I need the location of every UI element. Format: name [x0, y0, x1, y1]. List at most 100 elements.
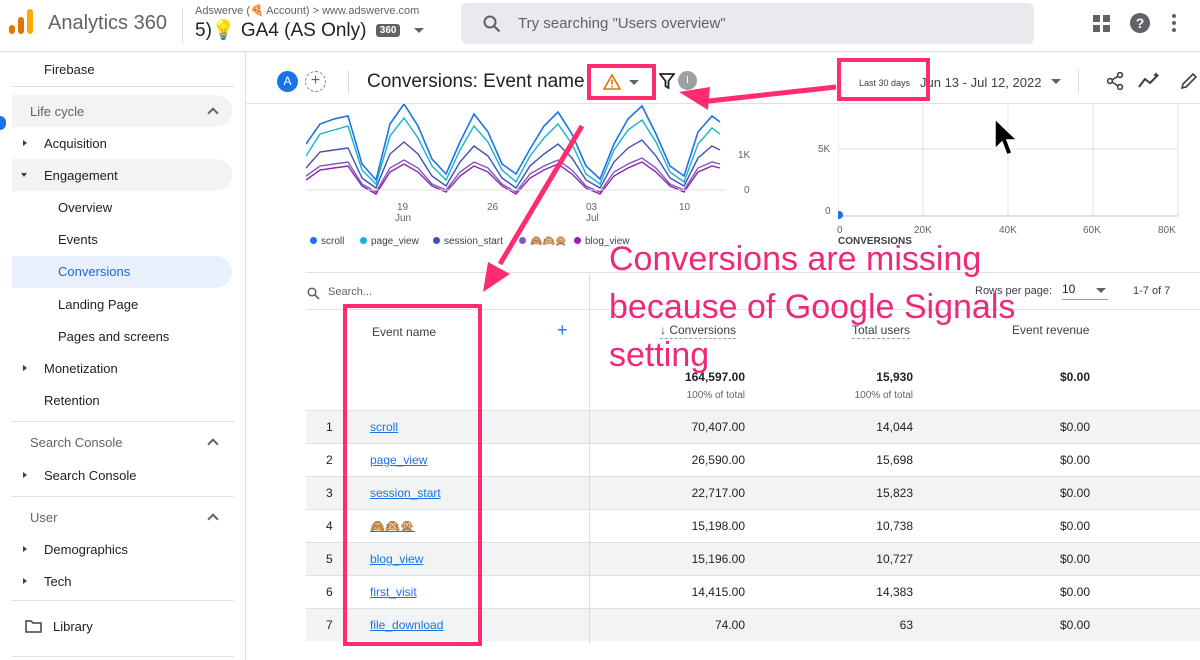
- annotation-text: Conversions are missing because of Googl…: [609, 240, 1016, 374]
- analytics-logo-icon: [9, 9, 33, 34]
- info-icon[interactable]: I: [678, 71, 697, 90]
- row-index: 2: [326, 453, 333, 467]
- sidebar-item-tech[interactable]: Tech: [44, 574, 71, 589]
- sidebar-item-firebase[interactable]: Firebase: [44, 62, 95, 77]
- cell-total-users: 10,727: [876, 552, 913, 566]
- apps-grid-icon[interactable]: [1093, 15, 1111, 33]
- section-title-user: User: [30, 510, 58, 525]
- chevron-down-icon: [1096, 288, 1106, 293]
- section-title-search-console: Search Console: [30, 435, 123, 450]
- x-tick-label: 19: [397, 202, 409, 213]
- sidebar-item-acquisition[interactable]: Acquisition: [44, 136, 107, 151]
- divider: [12, 421, 234, 422]
- search-input[interactable]: Try searching "Users overview": [461, 3, 1034, 44]
- cell-total-users: 14,044: [876, 420, 913, 434]
- legend-item-session-start[interactable]: session_start: [433, 236, 503, 247]
- legend-label: page_view: [371, 236, 419, 247]
- sidebar-item-events[interactable]: Events: [58, 232, 98, 247]
- legend-label: scroll: [321, 236, 345, 247]
- divider: [12, 656, 234, 657]
- row-index: 3: [326, 486, 333, 500]
- sidebar-item-library[interactable]: Library: [53, 619, 93, 634]
- x-tick-label: 26: [487, 202, 499, 213]
- chevron-down-icon: [1051, 79, 1062, 84]
- sidebar-item-search-console[interactable]: Search Console: [44, 468, 137, 483]
- top-bar: Analytics 360 Adswerve (🍕 Account) > www…: [0, 0, 1200, 52]
- sidebar-item-landing-page[interactable]: Landing Page: [58, 297, 138, 312]
- property-selector[interactable]: 5)💡 GA4 (AS Only) 360: [195, 18, 424, 42]
- sidebar-item-demographics[interactable]: Demographics: [44, 542, 128, 557]
- sidebar-item-pages-and-screens[interactable]: Pages and screens: [58, 329, 169, 344]
- cell-event-revenue: $0.00: [1059, 420, 1090, 434]
- share-icon[interactable]: [1106, 72, 1124, 90]
- cell-event-revenue: $0.00: [1059, 585, 1090, 599]
- pagination-text: 1-7 of 7: [1133, 285, 1171, 297]
- divider: [348, 70, 349, 94]
- edit-icon[interactable]: [1180, 72, 1198, 90]
- add-comparison-button[interactable]: +: [305, 71, 326, 92]
- account-breadcrumb[interactable]: Adswerve (🍕 Account) > www.adswerve.com: [195, 4, 419, 17]
- app-title: Analytics 360: [48, 12, 167, 34]
- sidebar-item-monetization[interactable]: Monetization: [44, 361, 118, 376]
- annotation-arrow-line: [699, 84, 837, 105]
- chevron-up-icon[interactable]: [207, 513, 219, 525]
- cell-event-revenue: $0.00: [1059, 552, 1090, 566]
- expand-arrow-icon[interactable]: [23, 472, 27, 478]
- line-chart-plot: [306, 104, 726, 195]
- cell-conversions: 26,590.00: [691, 453, 745, 467]
- expand-arrow-icon[interactable]: [23, 578, 27, 584]
- collapse-arrow-icon[interactable]: [21, 173, 27, 177]
- series-line-blog-view: [306, 161, 721, 195]
- legend-swatch: [519, 237, 526, 244]
- comparison-avatar[interactable]: A: [277, 71, 298, 92]
- sidebar-item-engagement[interactable]: Engagement: [44, 168, 118, 183]
- x-tick-label: 10: [679, 202, 691, 213]
- annotation-box-event-names: [343, 304, 482, 646]
- expand-arrow-icon[interactable]: [23, 546, 27, 552]
- scatter-point[interactable]: [838, 211, 843, 219]
- legend-swatch: [310, 237, 317, 244]
- cell-total-users: 63: [899, 618, 913, 632]
- cell-total-users: 10,738: [876, 519, 913, 533]
- legend-label: 🙈🙉🙊: [530, 236, 568, 247]
- more-vert-icon[interactable]: [1172, 14, 1176, 32]
- cell-conversions: 70,407.00: [691, 420, 745, 434]
- divider: [182, 8, 183, 44]
- annotation-box-warning: [587, 64, 656, 100]
- chevron-down-icon: [413, 28, 424, 33]
- property-badge: 360: [375, 24, 401, 37]
- expand-arrow-icon[interactable]: [23, 140, 27, 146]
- y-tick-label: 0: [825, 206, 831, 217]
- cell-event-revenue: $0.00: [1059, 618, 1090, 632]
- cell-conversions: 74.00: [714, 618, 745, 632]
- divider: [12, 86, 234, 87]
- x-tick-month: Jun: [395, 213, 412, 224]
- cell-total-users: 14,383: [876, 585, 913, 599]
- legend-swatch: [574, 237, 581, 244]
- cell-conversions: 15,198.00: [691, 519, 745, 533]
- legend-item-page-view[interactable]: page_view: [360, 236, 419, 247]
- property-name: 5)💡 GA4 (AS Only): [195, 20, 367, 41]
- sidebar-item-retention[interactable]: Retention: [44, 393, 100, 408]
- expand-arrow-icon[interactable]: [23, 365, 27, 371]
- legend-item-scroll[interactable]: scroll: [310, 236, 344, 247]
- add-dimension-button[interactable]: +: [557, 320, 568, 341]
- totals-pct: 100% of total: [686, 390, 745, 401]
- chevron-up-icon[interactable]: [207, 438, 219, 450]
- cell-conversions: 14,415.00: [691, 585, 745, 599]
- filter-icon[interactable]: [659, 73, 675, 89]
- sidebar-item-overview[interactable]: Overview: [58, 200, 112, 215]
- legend-item-monkeys[interactable]: 🙈🙉🙊: [519, 236, 567, 247]
- annotation-arrowhead: [483, 262, 510, 292]
- table-search-input[interactable]: Search...: [328, 286, 372, 298]
- series-line-scroll: [306, 104, 721, 182]
- sidebar-item-conversions[interactable]: Conversions: [58, 264, 130, 279]
- help-icon[interactable]: ?: [1130, 13, 1150, 33]
- x-tick-month: Jul: [586, 213, 599, 224]
- insights-icon[interactable]: [1138, 72, 1160, 90]
- date-range-picker[interactable]: Jun 13 - Jul 12, 2022: [920, 75, 1062, 90]
- search-placeholder: Try searching "Users overview": [518, 15, 726, 32]
- cell-conversions: 15,196.00: [691, 552, 745, 566]
- y-tick-label: 1K: [738, 150, 751, 161]
- cell-total-users: 15,698: [876, 453, 913, 467]
